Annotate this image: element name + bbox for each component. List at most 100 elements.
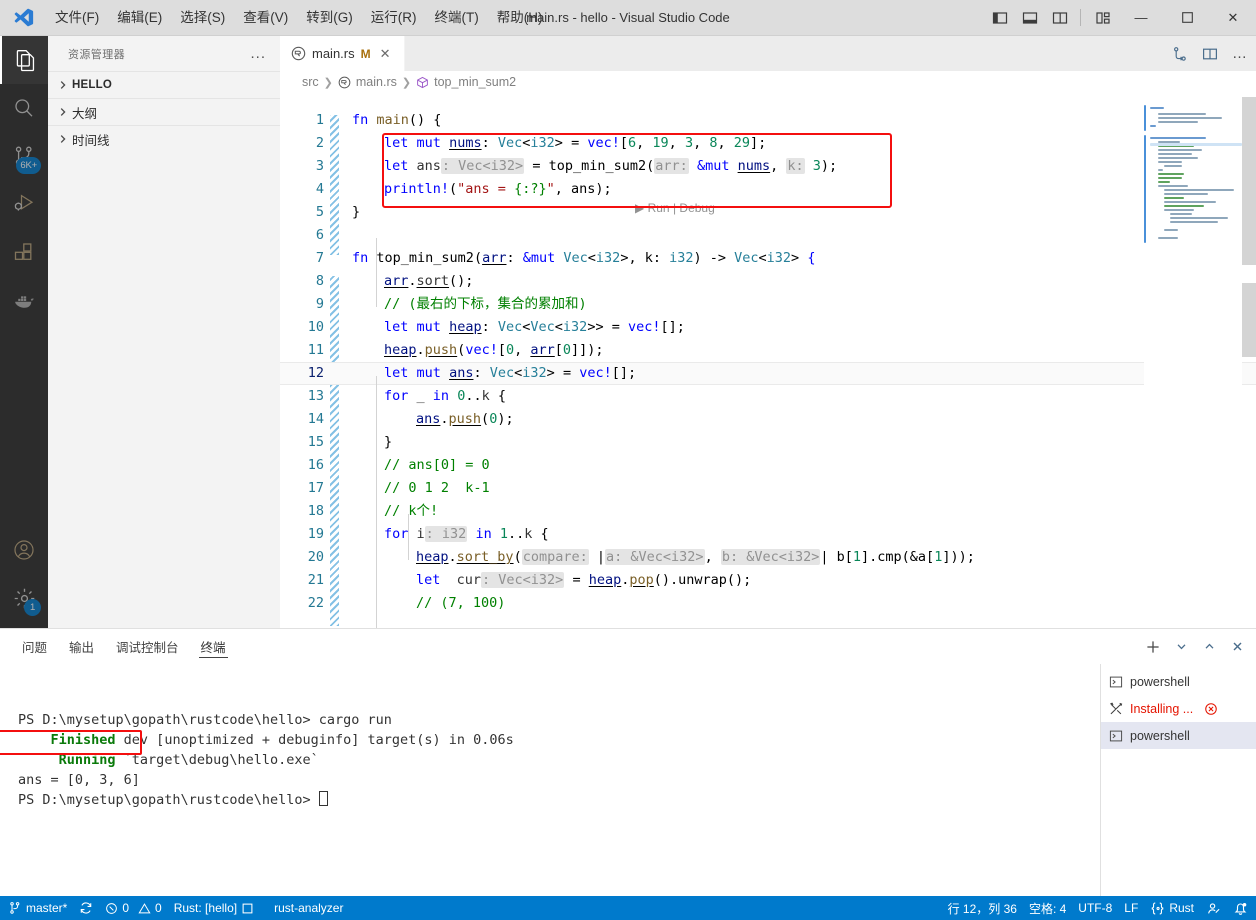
sidebar-section-outline[interactable]: 大纲: [48, 98, 280, 125]
code-text: heap.sort_by(compare: |a: &Vec<i32>, b: …: [416, 549, 975, 565]
activity-explorer[interactable]: [0, 36, 48, 84]
tab-close-icon[interactable]: ✕: [377, 44, 394, 64]
panel-tab-output[interactable]: 输出: [67, 629, 96, 664]
panel-tab-terminal[interactable]: 终端: [198, 629, 228, 664]
status-sync[interactable]: [73, 896, 99, 920]
activity-search[interactable]: [0, 84, 48, 132]
toggle-panel-icon[interactable]: [1015, 3, 1045, 33]
code-line[interactable]: 4 println!("ans = {:?}", ans);: [280, 178, 1256, 201]
breadcrumb-item-symbol[interactable]: top_min_sum2: [416, 75, 516, 89]
status-rust-project[interactable]: Rust: [hello]: [168, 896, 260, 920]
terminal-instance-powershell-1[interactable]: powershell: [1101, 668, 1256, 695]
code-line[interactable]: 16 // ans[0] = 0: [280, 454, 1256, 477]
window-minimize-button[interactable]: —: [1118, 0, 1164, 36]
toggle-secondary-sidebar-icon[interactable]: [1045, 3, 1075, 33]
status-problems[interactable]: 0 0: [99, 896, 167, 920]
code-text: println!("ans = {:?}", ans);: [384, 181, 612, 197]
status-feedback[interactable]: [1200, 896, 1227, 920]
status-eol[interactable]: LF: [1118, 896, 1144, 920]
open-changes-icon[interactable]: [1166, 40, 1194, 68]
line-number: 16: [307, 457, 324, 473]
line-number: 2: [315, 135, 324, 151]
breadcrumb-item-main-rs[interactable]: main.rs: [338, 75, 397, 89]
status-cursor-position[interactable]: 行 12，列 36: [942, 896, 1023, 920]
minimap-slider-lower[interactable]: [1242, 283, 1256, 357]
code-line[interactable]: 11 heap.push(vec![0, arr[0]]);: [280, 339, 1256, 362]
new-terminal-icon[interactable]: [1140, 634, 1166, 660]
activity-run-debug[interactable]: [0, 180, 48, 228]
editor-more-actions-icon[interactable]: …: [1226, 40, 1254, 68]
chevron-down-icon[interactable]: [1168, 634, 1194, 660]
chevron-right-icon: [54, 134, 72, 144]
line-number: 1: [315, 112, 324, 128]
menu-terminal[interactable]: 终端(T): [426, 5, 488, 31]
code-line[interactable]: 2 let mut nums: Vec<i32> = vec![6, 19, 3,…: [280, 132, 1256, 155]
code-line[interactable]: 20 heap.sort_by(compare: |a: &Vec<i32>, b…: [280, 546, 1256, 569]
code-line[interactable]: 7 fn top_min_sum2(arr: &mut Vec<i32>, k: …: [280, 247, 1256, 270]
code-line[interactable]: 3 let ans: Vec<i32> = top_min_sum2(arr: &…: [280, 155, 1256, 178]
terminal-instance-installing[interactable]: Installing ...: [1101, 695, 1256, 722]
menu-selection[interactable]: 选择(S): [171, 5, 234, 31]
activity-settings[interactable]: 1: [0, 574, 48, 622]
panel-header: 问题 输出 调试控制台 终端: [0, 629, 1256, 664]
code-line[interactable]: 5}: [280, 201, 1256, 224]
cancel-icon[interactable]: [1204, 702, 1218, 716]
code-line[interactable]: 9 // (最右的下标，集合的累加和): [280, 293, 1256, 316]
sidebar-section-hello[interactable]: HELLO: [48, 71, 280, 98]
editor-vertical-scrollbar[interactable]: [1242, 93, 1256, 628]
code-line[interactable]: 17 // 0 1 2 k-1: [280, 477, 1256, 500]
status-encoding[interactable]: UTF-8: [1072, 896, 1118, 920]
code-line[interactable]: 6: [280, 224, 1256, 247]
activity-extensions[interactable]: [0, 228, 48, 276]
close-panel-icon[interactable]: [1224, 634, 1250, 660]
code-line[interactable]: 10 let mut heap: Vec<Vec<i32>> = vec![];: [280, 316, 1256, 339]
panel-tab-problems[interactable]: 问题: [20, 629, 49, 664]
terminal-instance-powershell-2[interactable]: powershell: [1101, 722, 1256, 749]
terminal-text: ans = [0, 3, 6]: [18, 772, 140, 788]
code-line[interactable]: 19 for i: i32 in 1..k {: [280, 523, 1256, 546]
rust-file-icon: [338, 76, 351, 89]
source-control-branch-icon: [8, 901, 22, 915]
feedback-icon: [1206, 901, 1221, 916]
activity-accounts[interactable]: [0, 526, 48, 574]
menu-file[interactable]: 文件(F): [46, 5, 108, 31]
minimap[interactable]: [1144, 93, 1242, 628]
window-maximize-button[interactable]: [1164, 0, 1210, 36]
code-lines[interactable]: 1 fn main() {2 let mut nums: Vec<i32> = ve…: [280, 93, 1256, 628]
code-line[interactable]: 12 let mut ans: Vec<i32> = vec![];: [280, 362, 1256, 385]
maximize-panel-icon[interactable]: [1196, 634, 1222, 660]
split-editor-icon[interactable]: [1196, 40, 1224, 68]
code-line[interactable]: 15}: [280, 431, 1256, 454]
status-indentation[interactable]: 空格: 4: [1023, 896, 1072, 920]
code-line[interactable]: 18 // k个!: [280, 500, 1256, 523]
menu-edit[interactable]: 编辑(E): [108, 5, 171, 31]
panel-tab-debug-console[interactable]: 调试控制台: [114, 629, 181, 664]
code-line[interactable]: 21 let cur: Vec<i32> = heap.pop().unwrap(…: [280, 569, 1256, 592]
toggle-primary-sidebar-icon[interactable]: [985, 3, 1015, 33]
sidebar-section-timeline[interactable]: 时间线: [48, 125, 280, 152]
breadcrumb-item-src[interactable]: src: [302, 75, 319, 89]
minimap-slider[interactable]: [1242, 97, 1256, 265]
window-close-button[interactable]: ✕: [1210, 0, 1256, 36]
menu-view[interactable]: 查看(V): [234, 5, 297, 31]
customize-layout-icon[interactable]: [1088, 3, 1118, 33]
status-rust-analyzer[interactable]: rust-analyzer: [268, 896, 349, 920]
status-branch[interactable]: master*: [2, 896, 73, 920]
code-line[interactable]: 22 // (7, 100): [280, 592, 1256, 615]
code-editor[interactable]: ▶ Run | Debug 1 fn main() {2 let mut nums:…: [280, 93, 1256, 628]
activity-source-control[interactable]: 6K+: [0, 132, 48, 180]
sidebar-more-actions-icon[interactable]: ...: [244, 46, 272, 61]
activity-docker[interactable]: [0, 276, 48, 324]
code-line[interactable]: 1 fn main() {: [280, 109, 1256, 132]
line-number: 9: [315, 296, 324, 312]
code-line[interactable]: 8 arr.sort();: [280, 270, 1256, 293]
status-language-mode[interactable]: Rust: [1144, 896, 1200, 920]
code-line[interactable]: 13 for _ in 0..k {: [280, 385, 1256, 408]
menu-go[interactable]: 转到(G): [297, 5, 362, 31]
status-notifications[interactable]: [1227, 896, 1254, 920]
code-line[interactable]: 14 ans.push(0);: [280, 408, 1256, 431]
terminal-output[interactable]: PS D:\mysetup\gopath\rustcode\hello> car…: [0, 664, 1100, 896]
menu-run[interactable]: 运行(R): [362, 5, 426, 31]
menu-help[interactable]: 帮助(H): [488, 5, 552, 31]
tab-main-rs[interactable]: main.rs M ✕: [280, 36, 405, 71]
